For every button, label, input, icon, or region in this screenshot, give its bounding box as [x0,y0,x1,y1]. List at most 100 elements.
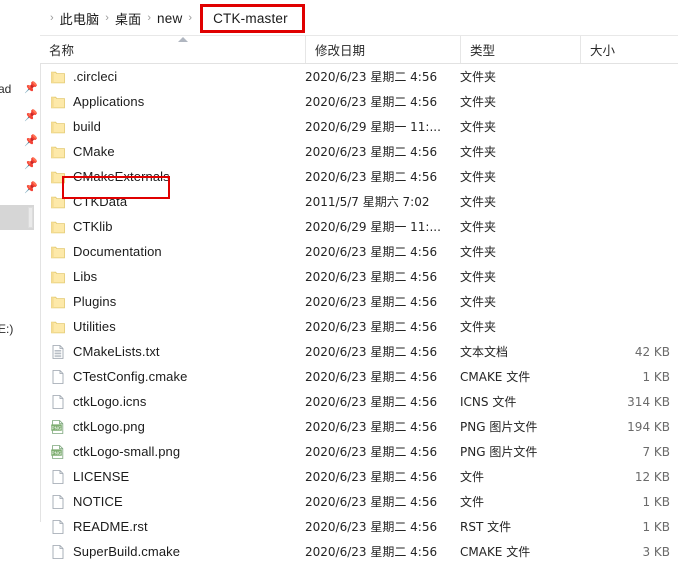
file-date-cell: 2011/5/7 星期六 7:02 [305,195,430,209]
file-row[interactable]: build 2020/6/29 星期一 11:... 文件夹 [40,114,678,139]
breadcrumb-item-desktop[interactable]: 桌面 [115,9,141,28]
file-name-label: CTKlib [73,219,113,234]
svg-text:PNG: PNG [52,425,62,430]
file-row[interactable]: Applications 2020/6/23 星期二 4:56 文件夹 [40,89,678,114]
file-type-cell: 文件夹 [460,95,497,109]
file-row[interactable]: PNG ctkLogo.png 2020/6/23 星期二 4:56 PNG 图片文件… [40,414,678,439]
file-name-cell[interactable]: Libs [50,264,97,289]
breadcrumb-item-new[interactable]: new [157,11,182,26]
file-type-cell: 文件夹 [460,270,497,284]
breadcrumb-item-current-highlight[interactable]: CTK-master [200,3,305,33]
file-type-cell: PNG 图片文件 [460,445,538,459]
folder-icon [51,271,65,283]
svg-text:PNG: PNG [52,450,62,455]
breadcrumb-item-this-pc[interactable]: 此电脑 [60,9,100,28]
file-row[interactable]: Plugins 2020/6/23 星期二 4:56 文件夹 [40,289,678,314]
file-name-cell[interactable]: PNG ctkLogo.png [50,414,145,439]
file-row[interactable]: Utilities 2020/6/23 星期二 4:56 文件夹 [40,314,678,339]
file-date-cell: 2020/6/29 星期一 11:... [305,120,441,134]
file-name-cell[interactable]: .circleci [50,64,117,89]
file-name-cell[interactable]: SuperBuild.cmake [50,539,180,564]
breadcrumb[interactable]: › 此电脑 › 桌面 › new › CTK-master [0,0,678,36]
folder-icon [51,221,65,233]
file-name-cell[interactable]: LICENSE [50,464,129,489]
file-row[interactable]: CTestConfig.cmake 2020/6/23 星期二 4:56 CMAKE… [40,364,678,389]
file-name-cell[interactable]: ctkLogo.icns [50,389,146,414]
file-name-label: README.rst [73,519,148,534]
blank-file-icon [52,544,64,559]
file-date-cell: 2020/6/23 星期二 4:56 [305,370,438,384]
file-type-cell: 文件夹 [460,320,497,334]
file-type-cell: 文件夹 [460,120,497,134]
file-date-cell: 2020/6/23 星期二 4:56 [305,70,438,84]
folder-icon [51,146,65,158]
file-name-cell[interactable]: CTestConfig.cmake [50,364,187,389]
file-type-cell: CMAKE 文件 [460,545,531,559]
file-name-label: ctkLogo.icns [73,394,147,409]
file-row[interactable]: CMake 2020/6/23 星期二 4:56 文件夹 [40,139,678,164]
file-list[interactable]: .circleci 2020/6/23 星期二 4:56 文件夹 Applicatio… [40,64,678,559]
file-name-cell[interactable]: CMakeExternals [50,164,170,189]
pin-icon[interactable]: 📌 [24,182,38,194]
file-name-cell[interactable]: README.rst [50,514,148,539]
file-row[interactable]: README.rst 2020/6/23 星期二 4:56 RST 文件 1 KB [40,514,678,539]
file-row[interactable]: LICENSE 2020/6/23 星期二 4:56 文件 12 KB [40,464,678,489]
pin-icon[interactable]: 📌 [24,135,38,147]
file-row[interactable]: CMakeLists.txt 2020/6/23 星期二 4:56 文本文档 42 K… [40,339,678,364]
file-name-label: build [73,119,101,134]
file-name-label: NOTICE [73,494,123,509]
file-row[interactable]: SuperBuild.cmake 2020/6/23 星期二 4:56 CMAKE … [40,539,678,564]
blank-file-icon [52,469,64,484]
file-name-cell[interactable]: build [50,114,101,139]
text-file-icon [52,344,64,359]
file-date-cell: 2020/6/23 星期二 4:56 [305,445,438,459]
navigation-pane[interactable]: ad 📌 📌 📌 📌 📌 E:) [0,0,41,522]
file-name-cell[interactable]: PNG ctkLogo-small.png [50,439,180,464]
file-row[interactable]: ctkLogo.icns 2020/6/23 星期二 4:56 ICNS 文件 314… [40,389,678,414]
file-row[interactable]: Documentation 2020/6/23 星期二 4:56 文件夹 [40,239,678,264]
file-name-cell[interactable]: Applications [50,89,144,114]
breadcrumb-separator-icon: › [50,12,54,24]
file-name-label: Documentation [73,244,162,259]
sidebar-item-drive-e-label: E:) [0,322,14,336]
file-date-cell: 2020/6/29 星期一 11:... [305,220,441,234]
pin-icon[interactable]: 📌 [24,82,38,94]
folder-icon [51,121,65,133]
folder-icon [51,96,65,108]
file-row[interactable]: .circleci 2020/6/23 星期二 4:56 文件夹 [40,64,678,89]
breadcrumb-separator-icon: › [147,12,152,24]
file-date-cell: 2020/6/23 星期二 4:56 [305,420,438,434]
file-type-cell: 文件夹 [460,245,497,259]
file-name-cell[interactable]: Plugins [50,289,116,314]
sidebar-scroll-thumb[interactable] [28,207,33,228]
pin-icon[interactable]: 📌 [24,110,38,122]
file-type-cell: CMAKE 文件 [460,370,531,384]
file-row[interactable]: NOTICE 2020/6/23 星期二 4:56 文件 1 KB [40,489,678,514]
column-header-type[interactable]: 类型 [460,36,580,63]
column-header-name[interactable]: 名称 [40,36,305,63]
file-name-cell[interactable]: Documentation [50,239,162,264]
file-name-cell[interactable]: NOTICE [50,489,123,514]
file-row[interactable]: CMakeExternals 2020/6/23 星期二 4:56 文件夹 [40,164,678,189]
file-type-cell: 文件夹 [460,220,497,234]
file-name-label: ctkLogo.png [73,419,145,434]
file-date-cell: 2020/6/23 星期二 4:56 [305,520,438,534]
file-type-cell: 文件 [460,470,485,484]
file-name-cell[interactable]: CTKData [50,189,127,214]
pin-icon[interactable]: 📌 [24,158,38,170]
file-name-cell[interactable]: CMake [50,139,115,164]
file-row[interactable]: CTKData 2011/5/7 星期六 7:02 文件夹 [40,189,678,214]
file-row[interactable]: CTKlib 2020/6/29 星期一 11:... 文件夹 [40,214,678,239]
file-name-label: CMake [73,144,115,159]
column-header-size[interactable]: 大小 [580,36,678,63]
file-name-cell[interactable]: CTKlib [50,214,113,239]
file-row[interactable]: PNG ctkLogo-small.png 2020/6/23 星期二 4:56 PN… [40,439,678,464]
file-row[interactable]: Libs 2020/6/23 星期二 4:56 文件夹 [40,264,678,289]
file-date-cell: 2020/6/23 星期二 4:56 [305,320,438,334]
column-header-row[interactable]: 名称 修改日期 类型 大小 [40,36,678,64]
file-name-cell[interactable]: Utilities [50,314,116,339]
file-name-cell[interactable]: CMakeLists.txt [50,339,160,364]
file-size-cell: 314 KB [627,394,670,409]
blank-file-icon [52,394,64,409]
column-header-date-modified[interactable]: 修改日期 [305,36,460,63]
